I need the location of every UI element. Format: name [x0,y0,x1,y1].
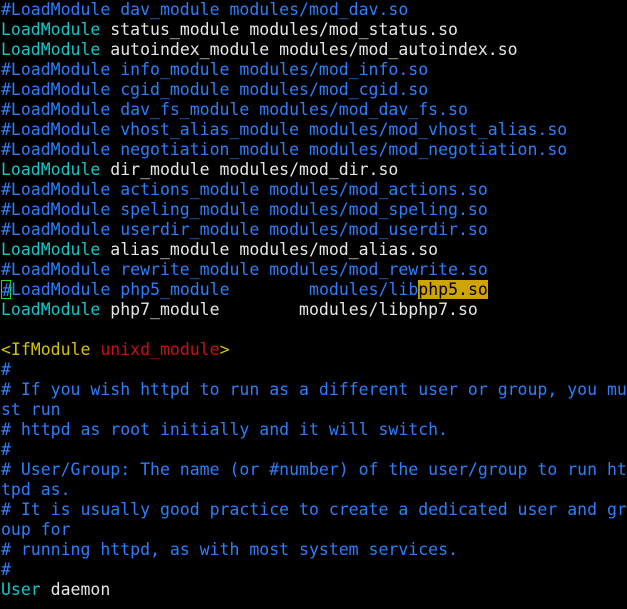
code-token: unixd_module [100,340,220,359]
code-line[interactable]: #LoadModule dav_module modules/mod_dav.s… [0,0,627,20]
code-line[interactable]: #LoadModule actions_module modules/mod_a… [0,180,627,200]
code-line[interactable]: #LoadModule speling_module modules/mod_s… [0,200,627,220]
code-line[interactable]: LoadModule status_module modules/mod_sta… [0,20,627,40]
code-line[interactable]: #LoadModule userdir_module modules/mod_u… [0,220,627,240]
code-line[interactable]: #LoadModule vhost_alias_module modules/m… [0,120,627,140]
code-token: LoadModule php5_module modules/lib [11,280,419,299]
code-line[interactable] [0,320,627,340]
code-line[interactable]: #LoadModule negotiation_module modules/m… [0,140,627,160]
code-line[interactable]: #LoadModule rewrite_module modules/mod_r… [0,260,627,280]
terminal-screen: #LoadModule dav_module modules/mod_dav.s… [0,0,627,609]
code-line[interactable]: oup for [0,520,627,540]
code-token: # [1,360,11,379]
code-line[interactable]: #LoadModule php5_module modules/libphp5.… [0,280,627,300]
search-match-highlight: php5.so [418,280,488,299]
code-token: # User/Group: The name (or #number) of t… [1,460,627,479]
code-token: #LoadModule dav_fs_module modules/mod_da… [1,100,468,119]
vim-status-line: /usr/local/apache2.4/conf/httpd.conf" 50… [0,598,627,609]
code-line[interactable]: <IfModule unixd_module> [0,340,627,360]
code-token: User [1,580,41,599]
code-token: daemon [40,580,111,599]
code-token: #LoadModule dav_module modules/mod_dav.s… [1,0,409,19]
code-line[interactable]: LoadModule php7_module modules/libphp7.s… [0,300,627,320]
code-token: #LoadModule negotiation_module modules/m… [1,140,568,159]
text-cursor: # [1,280,12,300]
code-line[interactable]: # [0,440,627,460]
code-line[interactable]: # It is usually good practice to create … [0,500,627,520]
code-token: LoadModule [1,240,101,259]
code-token: oup for [1,520,71,539]
code-line[interactable]: # User/Group: The name (or #number) of t… [0,460,627,480]
code-token: autoindex_module modules/mod_autoindex.s… [100,40,518,59]
code-token: dir_module modules/mod_dir.so [100,160,399,179]
code-line[interactable]: # running httpd, as with most system ser… [0,540,627,560]
code-line[interactable]: # [0,360,627,380]
code-line[interactable]: #LoadModule cgid_module modules/mod_cgid… [0,80,627,100]
code-token: #LoadModule speling_module modules/mod_s… [1,200,488,219]
code-token: st run [1,400,61,419]
code-token: LoadModule [1,40,101,59]
code-token: <IfModule [1,340,101,359]
code-token: # It is usually good practice to create … [1,500,627,519]
code-token: status_module modules/mod_status.so [100,20,458,39]
vim-text-buffer[interactable]: #LoadModule dav_module modules/mod_dav.s… [0,0,627,600]
code-token: LoadModule [1,300,101,319]
code-token: # httpd as root initially and it will sw… [1,420,449,439]
code-token: > [219,340,230,359]
code-token: #LoadModule info_module modules/mod_info… [1,60,429,79]
code-token: LoadModule [1,160,101,179]
code-line[interactable]: User daemon [0,580,627,600]
code-line[interactable]: LoadModule dir_module modules/mod_dir.so [0,160,627,180]
code-token: #LoadModule rewrite_module modules/mod_r… [1,260,488,279]
code-token: alias_module modules/mod_alias.so [100,240,439,259]
code-token: LoadModule [1,20,101,39]
code-token: #LoadModule cgid_module modules/mod_cgid… [1,80,429,99]
code-line[interactable]: # httpd as root initially and it will sw… [0,420,627,440]
code-line[interactable]: # [0,560,627,580]
code-token: tpd as. [1,480,71,499]
code-token: #LoadModule actions_module modules/mod_a… [1,180,488,199]
code-token: # [1,440,11,459]
code-line[interactable]: LoadModule autoindex_module modules/mod_… [0,40,627,60]
code-line[interactable]: #LoadModule info_module modules/mod_info… [0,60,627,80]
code-line[interactable]: # If you wish httpd to run as a differen… [0,380,627,400]
code-line[interactable]: #LoadModule dav_fs_module modules/mod_da… [0,100,627,120]
code-line[interactable]: st run [0,400,627,420]
code-token: # If you wish httpd to run as a differen… [1,380,627,399]
code-line[interactable]: tpd as. [0,480,627,500]
code-token: # [1,560,11,579]
code-token: php7_module modules/libphp7.so [100,300,478,319]
code-token: #LoadModule userdir_module modules/mod_u… [1,220,488,239]
code-line[interactable]: LoadModule alias_module modules/mod_alia… [0,240,627,260]
code-token: #LoadModule vhost_alias_module modules/m… [1,120,568,139]
code-token: # running httpd, as with most system ser… [1,540,458,559]
